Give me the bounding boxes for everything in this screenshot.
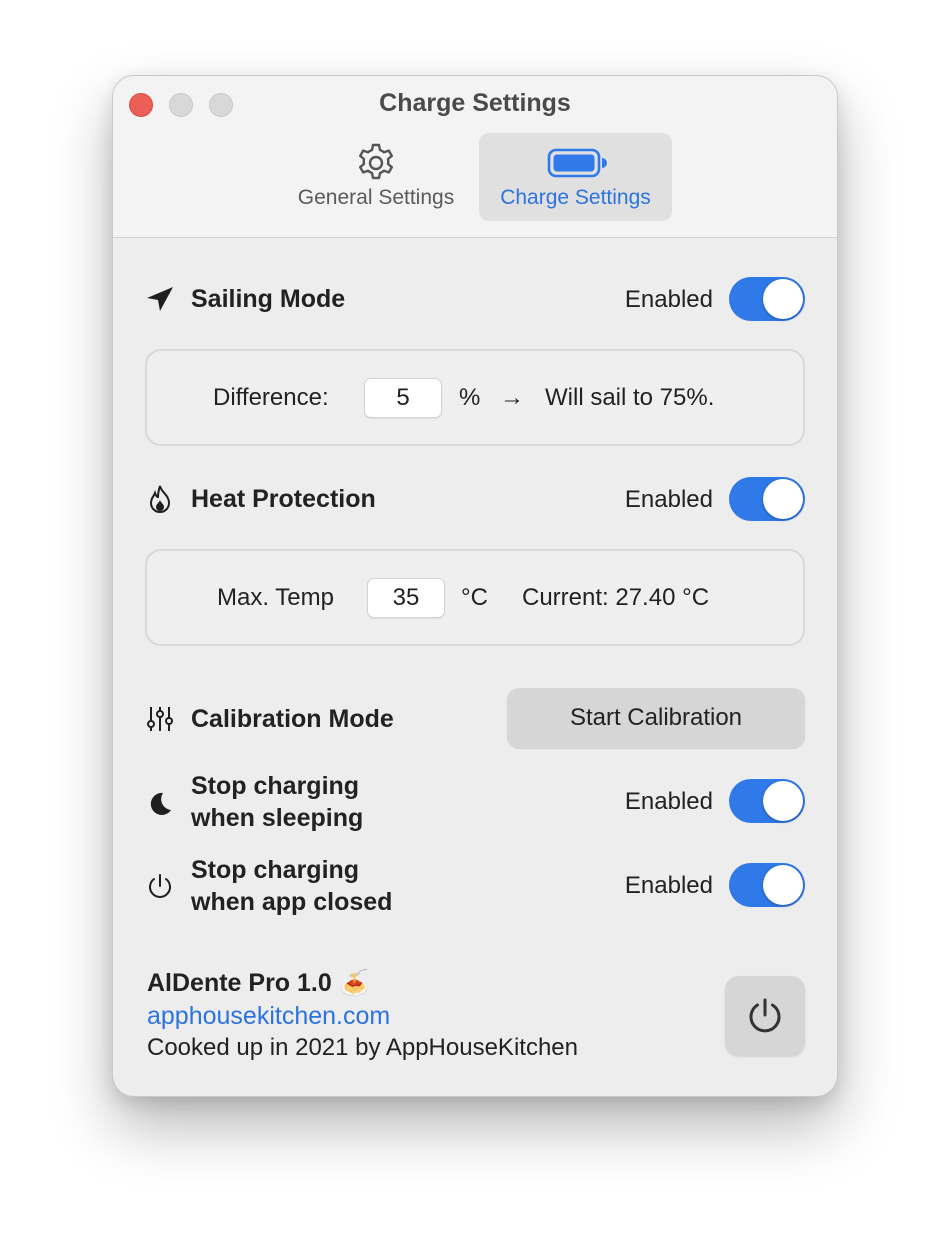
- heat-protection-title: Heat Protection: [191, 485, 376, 513]
- max-temp-label: Max. Temp: [217, 584, 334, 611]
- quit-button[interactable]: [725, 976, 805, 1056]
- difference-unit: %: [459, 384, 481, 411]
- battery-icon: [545, 141, 607, 190]
- calibration-title: Calibration Mode: [191, 705, 394, 733]
- spaghetti-icon: 🍝: [338, 969, 370, 997]
- stop-app-closed-title-line1: Stop charging: [191, 856, 360, 884]
- sailing-mode-title: Sailing Mode: [191, 285, 346, 313]
- gear-icon: [354, 141, 398, 190]
- moon-icon: [147, 790, 173, 823]
- app-version: AlDente Pro 1.0 🍝: [147, 969, 370, 998]
- stop-sleeping-status: Enabled: [624, 788, 713, 815]
- tab-label: Charge Settings: [500, 186, 651, 209]
- tab-general-settings[interactable]: General Settings: [283, 133, 469, 221]
- sliders-icon: [147, 704, 173, 739]
- stop-sleeping-toggle[interactable]: [729, 779, 805, 823]
- app-window: Charge Settings General Settings Charge …: [112, 75, 838, 1097]
- stop-app-closed-toggle[interactable]: [729, 863, 805, 907]
- power-icon: [749, 998, 781, 1033]
- stop-app-closed-status: Enabled: [624, 872, 713, 899]
- app-name: AlDente Pro 1.0: [147, 969, 332, 997]
- max-temp-input[interactable]: [367, 578, 445, 618]
- sailing-mode-status: Enabled: [624, 286, 713, 313]
- power-icon: [145, 872, 175, 907]
- stop-sleeping-title-line2: when sleeping: [191, 804, 364, 832]
- stop-app-closed-row: Stop charging when app closed Enabled: [145, 854, 805, 922]
- difference-input[interactable]: [364, 378, 442, 418]
- stop-sleeping-row: Stop charging when sleeping Enabled: [145, 770, 805, 838]
- heat-temp-box: Max. Temp °C Current: 27.40 °C: [145, 549, 805, 646]
- credit-text: Cooked up in 2021 by AppHouseKitchen: [147, 1034, 578, 1061]
- heat-protection-toggle[interactable]: [729, 477, 805, 521]
- sailing-mode-toggle[interactable]: [729, 277, 805, 321]
- tab-charge-settings[interactable]: Charge Settings: [479, 133, 672, 221]
- website-link[interactable]: apphousekitchen.com: [147, 1002, 390, 1031]
- stop-app-closed-title-line2: when app closed: [191, 888, 393, 916]
- paper-plane-icon: [145, 285, 175, 318]
- window-title: Charge Settings: [379, 89, 571, 117]
- sail-result-text: Will sail to 75%.: [545, 384, 715, 411]
- arrow-right-icon: →: [500, 384, 524, 411]
- tab-label: General Settings: [297, 186, 455, 209]
- stop-sleeping-title-line1: Stop charging: [191, 772, 360, 800]
- heat-protection-status: Enabled: [624, 486, 713, 513]
- current-temp-text: Current: 27.40 °C: [522, 584, 710, 611]
- sailing-difference-box: Difference: % → Will sail to 75%.: [145, 349, 805, 446]
- toolbar: Charge Settings General Settings Charge …: [113, 76, 837, 238]
- difference-label: Difference:: [213, 384, 329, 411]
- start-calibration-button[interactable]: Start Calibration: [507, 688, 805, 748]
- sailing-mode-row: Sailing Mode Enabled: [145, 276, 805, 322]
- flame-icon: [147, 484, 173, 519]
- heat-protection-row: Heat Protection Enabled: [145, 476, 805, 522]
- temp-unit: °C: [461, 584, 488, 611]
